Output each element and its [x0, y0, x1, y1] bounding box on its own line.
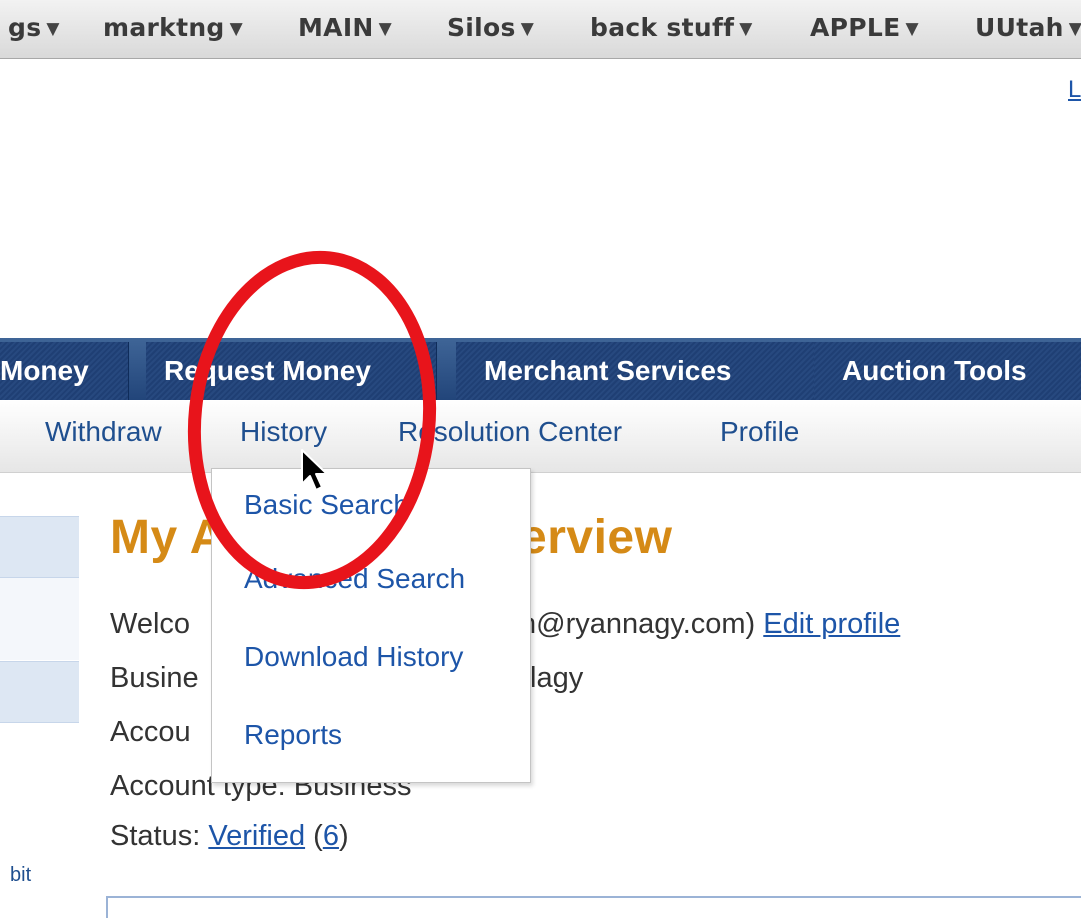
chevron-down-icon: ▼ [378, 19, 393, 39]
menu-item-download-history[interactable]: Download History [244, 641, 463, 673]
bookmark-folder-back-stuff[interactable]: back stuff ▼ [590, 10, 753, 46]
menu-item-reports[interactable]: Reports [244, 719, 342, 751]
subnav-resolution-center[interactable]: Resolution Center [398, 416, 622, 448]
email-address: n@ryannagy.com) [520, 608, 756, 640]
welcome-line: Welco [110, 608, 190, 641]
welcome-line-rest: n@ryannagy.com) Edit profile [520, 608, 900, 641]
chevron-down-icon: ▼ [905, 19, 919, 39]
status-paren: ( [313, 820, 323, 852]
menu-item-advanced-search[interactable]: Advanced Search [244, 563, 465, 595]
page-title-left: My A [110, 511, 225, 564]
menu-item-basic-search[interactable]: Basic Search [244, 489, 409, 521]
bookmark-folder-marktng[interactable]: marktng ▼ [103, 10, 243, 46]
top-right-link[interactable]: L [1068, 76, 1081, 106]
tab-auction-tools[interactable]: Auction Tools [814, 342, 1081, 400]
bookmark-label: Silos [447, 13, 516, 42]
bookmark-folder-main[interactable]: MAIN ▼ [298, 10, 392, 46]
bookmark-folder-silos[interactable]: Silos ▼ [447, 10, 534, 46]
status-line: Status: Verified (6) [110, 820, 349, 853]
status-paren: ) [338, 820, 349, 852]
business-line: Busine [110, 662, 199, 694]
bookmark-folder-apple[interactable]: APPLE ▼ [810, 10, 919, 46]
sidebar-block [0, 661, 79, 723]
bookmark-folder-uutah[interactable]: UUtah ▼ [975, 10, 1081, 46]
page-title-right: erview [520, 511, 673, 564]
chevron-down-icon: ▼ [229, 19, 243, 39]
tab-label: Money [0, 355, 89, 386]
history-dropdown-menu: Basic Search Advanced Search Download Hi… [211, 468, 531, 783]
status-label: Status: [110, 820, 201, 852]
bookmark-label: UUtah [975, 13, 1064, 42]
content-box [106, 896, 1081, 918]
bookmarks-bar: gs ▼ marktng ▼ MAIN ▼ Silos ▼ back stuff ▼ AP… [0, 0, 1081, 59]
account-line: Accou [110, 716, 191, 748]
chevron-down-icon: ▼ [739, 19, 753, 39]
main-tab-bar: Money Request Money Merchant Services Au… [0, 338, 1081, 400]
tab-label: Auction Tools [842, 355, 1027, 386]
tab-label: Request Money [164, 355, 371, 386]
subnav-profile[interactable]: Profile [720, 416, 799, 448]
subnav-withdraw[interactable]: Withdraw [45, 416, 162, 448]
bookmark-label: marktng [103, 13, 225, 42]
sidebar-bottom-text[interactable]: bit [10, 864, 31, 887]
tab-send-money[interactable]: Money [0, 342, 129, 400]
tab-merchant-services[interactable]: Merchant Services [456, 342, 815, 400]
bookmark-label: back stuff [590, 13, 735, 42]
bookmark-label: gs [8, 13, 42, 42]
bookmark-label: MAIN [298, 13, 374, 42]
edit-profile-link[interactable]: Edit profile [763, 608, 900, 640]
bookmark-label: APPLE [810, 13, 901, 42]
status-count-link[interactable]: 6 [323, 820, 339, 852]
bookmark-folder-gs[interactable]: gs ▼ [8, 10, 60, 46]
business-name-rest: lagy [530, 662, 584, 694]
status-verified-link[interactable]: Verified [208, 820, 305, 852]
subnav-history[interactable]: History [240, 416, 327, 448]
sidebar-block [0, 578, 79, 660]
welcome-label: Welco [110, 608, 191, 640]
chevron-down-icon: ▼ [46, 19, 60, 39]
tab-request-money[interactable]: Request Money [146, 342, 437, 400]
chevron-down-icon: ▼ [1068, 19, 1081, 39]
chevron-down-icon: ▼ [520, 19, 535, 39]
sidebar-block [0, 516, 79, 578]
sub-navigation: Withdraw History Resolution Center Profi… [0, 400, 1081, 473]
tab-label: Merchant Services [484, 355, 732, 386]
